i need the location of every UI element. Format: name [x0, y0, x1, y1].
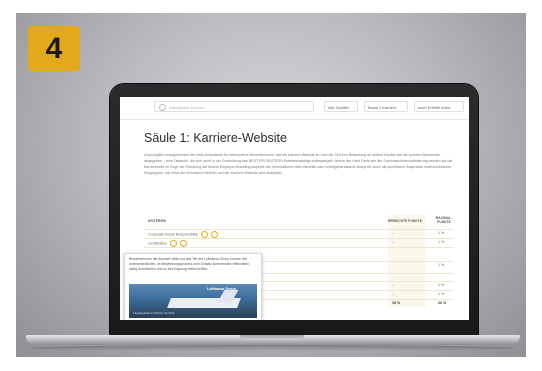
intro-paragraph: Ursprünglich unangefochten die erste Anl… — [144, 153, 453, 175]
header-max: MAXIMAL-PUNKTE — [435, 216, 453, 224]
stage: 4 Arbeitgeber suchen... Alle Spalten Bas… — [0, 0, 542, 371]
total-max: 20 % — [438, 301, 447, 305]
row-max: 1 % — [438, 231, 445, 235]
info-icon[interactable] — [169, 240, 177, 247]
row-achieved: – — [392, 240, 394, 244]
search-icon — [159, 104, 166, 111]
info-icon[interactable] — [210, 231, 218, 238]
search-input[interactable]: Arbeitgeber suchen... — [154, 101, 314, 112]
header-criteria: KRITERIEN — [148, 219, 167, 223]
site-topbar: Arbeitgeber suchen... Alle Spalten Basis… — [120, 97, 469, 120]
laptop-screen: Arbeitgeber suchen... Alle Spalten Basis… — [120, 97, 469, 320]
info-icon[interactable] — [179, 240, 187, 247]
row-max: 1 % — [438, 283, 445, 287]
popup-image-title: Lufthansa Group — [207, 287, 236, 291]
laptop-notch — [240, 335, 304, 340]
search-placeholder: Arbeitgeber suchen... — [169, 105, 208, 110]
sort-dropdown[interactable]: nach Erfüllte Anfor. — [414, 101, 464, 112]
total-achieved: 15 % — [392, 301, 401, 305]
row-label: Corporate Social Responsibility — [148, 232, 198, 237]
laptop-shadow — [30, 345, 516, 351]
popup-image-caption: Flugbegleiter/in Pilot/in Technik — [133, 311, 175, 315]
row-achieved: – — [392, 283, 394, 287]
illustration-panel: 4 Arbeitgeber suchen... Alle Spalten Bas… — [16, 13, 526, 357]
row-achieved: – — [392, 292, 394, 296]
table-row[interactable]: Corporate Social Responsibility – 1 % — [144, 229, 454, 238]
row-label: Certification — [148, 241, 167, 246]
row-max: 1 % — [438, 263, 445, 267]
table-row[interactable]: Certification – 1 % — [144, 238, 454, 247]
row-max: 1 % — [438, 240, 445, 244]
row-achieved: – — [392, 231, 394, 235]
page-title: Säule 1: Karriere-Website — [144, 131, 287, 145]
info-icon[interactable] — [200, 231, 208, 238]
popup-screenshot-image: Lufthansa Group Flugbegleiter/in Pilot/i… — [129, 284, 257, 318]
step-badge: 4 — [28, 26, 80, 71]
header-achieved: ERREICHTE PUNKTE — [388, 219, 423, 223]
popup-text: Bewerberinnen die Auswahl stillen ist da… — [129, 257, 250, 271]
row-max: 1 % — [438, 292, 445, 296]
columns-dropdown[interactable]: Alle Spalten — [324, 101, 358, 112]
tooltip-popup: Bewerberinnen die Auswahl stillen ist da… — [124, 253, 262, 320]
pillar-dropdown[interactable]: Basis 1 Karriere — [364, 101, 408, 112]
